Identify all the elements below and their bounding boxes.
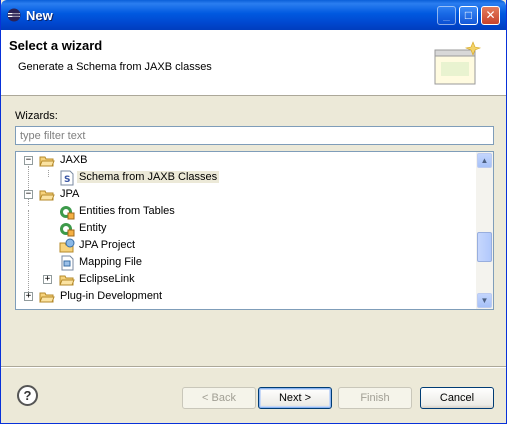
tree-item-label: JAXB	[60, 154, 88, 166]
scrollbar-thumb[interactable]	[477, 232, 492, 262]
folder-icon	[39, 190, 55, 201]
eclipse-icon	[7, 8, 21, 22]
jpa-entities-icon	[60, 206, 75, 220]
tree-scrollbar[interactable]: ▲ ▼	[476, 152, 493, 309]
mapping-file-icon	[61, 255, 74, 271]
tree-item-label: EclipseLink	[79, 273, 135, 285]
minimize-button[interactable]: _	[437, 6, 456, 25]
tree-item-mapping-file[interactable]: Mapping File	[16, 255, 475, 272]
chevron-up-icon: ▲	[480, 156, 489, 165]
tree-item-eclipselink[interactable]: + EclipseLink	[16, 272, 475, 289]
title-bar[interactable]: New _ □ ✕	[1, 0, 506, 30]
tree-item-entity[interactable]: Entity	[16, 221, 475, 238]
tree-item-jpa-project[interactable]: JPA Project	[16, 238, 475, 255]
tree-item-schema-from-jaxb-classes[interactable]: S Schema from JAXB Classes	[16, 170, 475, 187]
back-button[interactable]: < Back	[182, 387, 256, 409]
expand-icon[interactable]: +	[24, 292, 33, 301]
help-icon: ?	[23, 388, 32, 403]
folder-icon	[39, 292, 55, 303]
tree-item-label: Plug-in Development	[60, 290, 163, 302]
jpa-project-icon	[59, 238, 75, 253]
tree-item-entities-from-tables[interactable]: Entities from Tables	[16, 204, 475, 221]
collapse-icon[interactable]: −	[24, 190, 33, 199]
tree-item-label: Entities from Tables	[79, 205, 175, 217]
footer-divider	[1, 366, 506, 368]
tree-item-plug-in-development[interactable]: + Plug-in Development	[16, 289, 475, 306]
expand-icon[interactable]: +	[43, 275, 52, 284]
tree-item-label: JPA	[60, 188, 80, 200]
tree-item-jaxb[interactable]: − JAXB	[16, 153, 475, 170]
folder-icon	[59, 275, 75, 286]
page-title: Select a wizard	[9, 38, 103, 53]
chevron-down-icon: ▼	[480, 296, 489, 305]
tree-item-jpa[interactable]: − JPA	[16, 187, 475, 204]
wizard-banner-icon	[434, 41, 482, 85]
page-description: Generate a Schema from JAXB classes	[18, 61, 212, 73]
tree-item-label: Mapping File	[79, 256, 142, 268]
jpa-entity-icon	[60, 223, 75, 237]
tree-item-label: JPA Project	[79, 239, 136, 251]
wizard-tree[interactable]: − JAXB S Schema from JAXB Classes − JPA	[15, 151, 494, 310]
tree-item-label: Entity	[79, 222, 107, 234]
maximize-icon: □	[464, 8, 473, 22]
cancel-button[interactable]: Cancel	[420, 387, 494, 409]
close-button[interactable]: ✕	[481, 6, 500, 25]
minimize-icon: _	[443, 8, 450, 22]
filter-input[interactable]	[15, 126, 494, 145]
help-button[interactable]: ?	[17, 385, 38, 406]
new-wizard-dialog: New _ □ ✕ Select a wizard Generate a Sch…	[0, 0, 507, 424]
scroll-down-button[interactable]: ▼	[477, 293, 492, 308]
window-title: New	[26, 8, 53, 23]
wizards-label: Wizards:	[15, 110, 58, 122]
tree-item-label: Schema from JAXB Classes	[77, 171, 220, 183]
collapse-icon[interactable]: −	[24, 156, 33, 165]
next-button[interactable]: Next >	[258, 387, 332, 409]
wizard-header: Select a wizard Generate a Schema from J…	[1, 30, 506, 96]
scroll-up-button[interactable]: ▲	[477, 153, 492, 168]
schema-icon: S	[60, 170, 74, 186]
folder-icon	[39, 156, 55, 167]
close-icon: ✕	[485, 8, 496, 22]
finish-button[interactable]: Finish	[338, 387, 412, 409]
maximize-button[interactable]: □	[459, 6, 478, 25]
svg-text:S: S	[64, 175, 70, 185]
